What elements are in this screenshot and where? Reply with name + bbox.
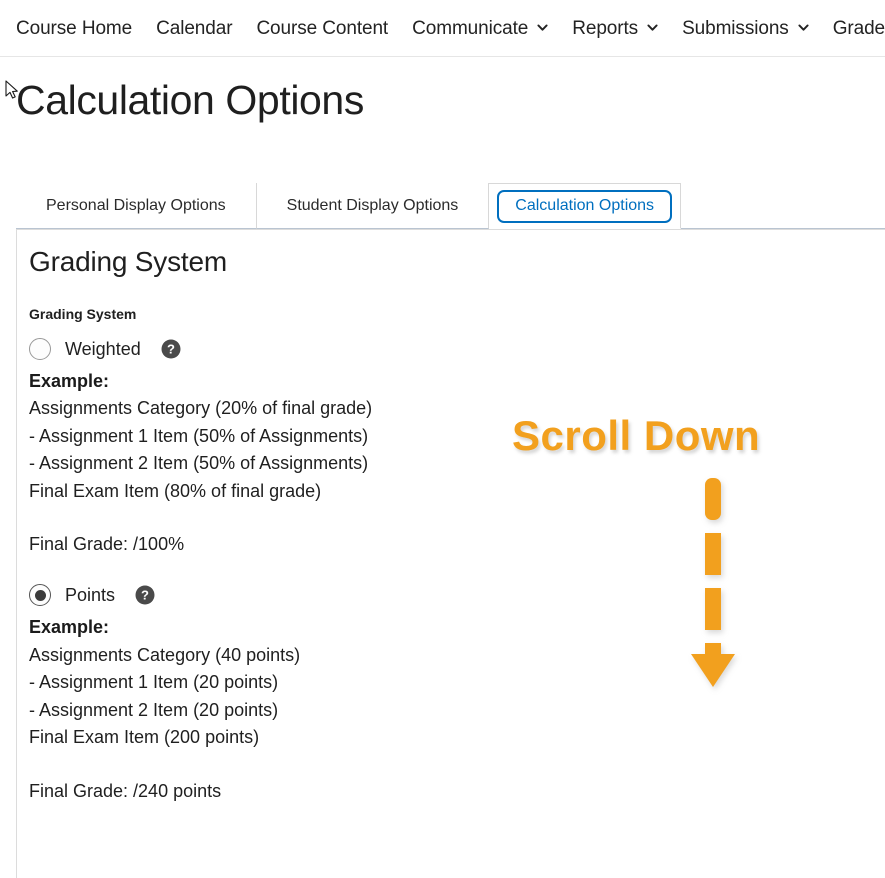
chevron-down-icon: [537, 22, 548, 33]
radio-label-weighted: Weighted: [65, 338, 141, 359]
example-block-points: Example: Assignments Category (40 points…: [29, 614, 885, 804]
tab-label: Personal Display Options: [46, 196, 226, 214]
chevron-down-icon: [647, 22, 658, 33]
grading-system-field-label: Grading System: [29, 306, 137, 322]
radio-option-weighted[interactable]: Weighted ?: [29, 338, 885, 360]
radio-button-weighted[interactable]: [29, 338, 51, 360]
example-title: Example:: [29, 371, 110, 391]
nav-item-reports[interactable]: Reports: [572, 19, 658, 38]
nav-item-label: Course Content: [256, 17, 389, 39]
page-title: Calculation Options: [16, 77, 364, 123]
nav-item-label: Communicate: [412, 17, 529, 39]
final-grade-points: Final Grade: /240 points: [29, 780, 222, 801]
tab-label: Calculation Options: [497, 189, 673, 223]
nav-item-communicate[interactable]: Communicate: [412, 19, 548, 38]
example-line: Assignments Category (20% of final grade…: [29, 398, 373, 419]
example-line: - Assignment 1 Item (20 points): [29, 672, 279, 693]
tab-personal-display-options[interactable]: Personal Display Options: [16, 183, 257, 229]
final-grade-weighted: Final Grade: /100%: [29, 534, 185, 555]
example-line: - Assignment 1 Item (50% of Assignments): [29, 425, 369, 446]
radio-button-points[interactable]: [29, 584, 51, 607]
section-heading: Grading System: [29, 246, 227, 277]
example-line: - Assignment 2 Item (20 points): [29, 699, 279, 720]
example-block-weighted: Example: Assignments Category (20% of fi…: [29, 368, 885, 558]
nav-item-submissions[interactable]: Submissions: [682, 19, 809, 38]
nav-item-label: Reports: [572, 17, 639, 39]
chevron-down-icon: [798, 22, 809, 33]
help-icon[interactable]: ?: [135, 585, 155, 605]
nav-item-label: Submissions: [682, 17, 789, 39]
tab-calculation-options[interactable]: Calculation Options: [489, 183, 682, 229]
tab-label: Student Display Options: [286, 196, 459, 214]
nav-item-grades[interactable]: Grades: [833, 19, 885, 38]
settings-tablist: Personal Display Options Student Display…: [16, 183, 885, 229]
nav-item-label: Course Home: [16, 17, 133, 39]
example-line: - Assignment 2 Item (50% of Assignments): [29, 453, 369, 474]
nav-item-label: Grades: [832, 17, 885, 39]
help-icon[interactable]: ?: [161, 339, 181, 359]
svg-text:?: ?: [167, 342, 175, 357]
tabstrip-filler: [681, 183, 885, 229]
radio-option-points[interactable]: Points ?: [29, 584, 885, 607]
calculation-options-panel: Grading System Grading System Weighted ?…: [16, 229, 885, 878]
nav-item-calendar[interactable]: Calendar: [156, 19, 232, 38]
example-line: Assignments Category (40 points): [29, 644, 301, 665]
tab-student-display-options[interactable]: Student Display Options: [256, 183, 490, 229]
nav-item-course-content[interactable]: Course Content: [256, 19, 388, 38]
nav-item-course-home[interactable]: Course Home: [16, 19, 132, 38]
svg-text:?: ?: [141, 588, 149, 603]
nav-item-label: Calendar: [156, 17, 233, 39]
course-navbar: Course Home Calendar Course Content Comm…: [0, 0, 885, 57]
option-spacer: [29, 558, 885, 584]
example-title: Example:: [29, 617, 110, 638]
example-line: Final Exam Item (80% of final grade): [29, 480, 322, 501]
example-line: Final Exam Item (200 points): [29, 727, 260, 748]
radio-label-points: Points: [65, 584, 116, 605]
